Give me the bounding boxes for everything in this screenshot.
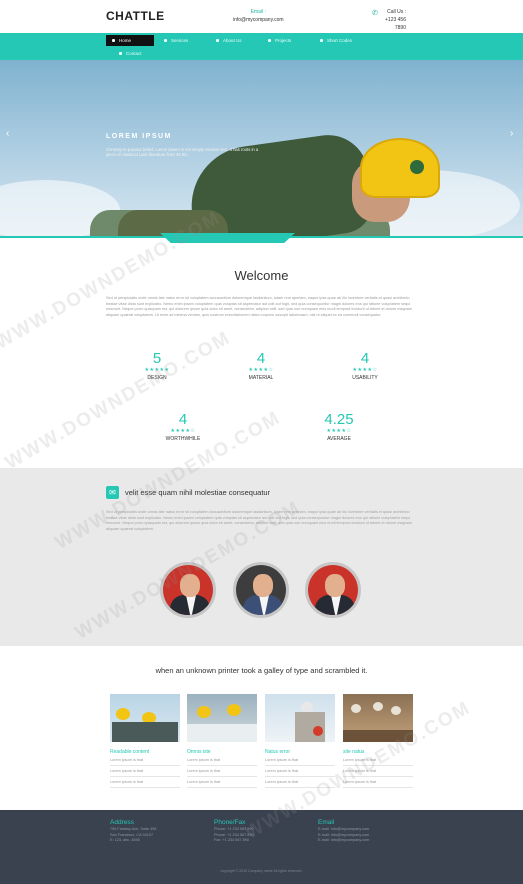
star-rating-icon: ★★★★☆ [248, 367, 274, 373]
stat-value: 4 [360, 350, 370, 367]
logo[interactable]: CHATTLE [106, 9, 165, 23]
gallery-title: when an unknown printer took a galley of… [155, 666, 368, 675]
avatar-face [325, 574, 345, 597]
stat-usability: 4 ★★★★☆ USABILITY [330, 351, 400, 382]
footer-line: 756 Fantasy Ave, Suite 408 [110, 827, 157, 831]
card-row: Lorem ipsum is that [265, 755, 335, 766]
home-icon [112, 39, 115, 42]
gallery-image[interactable] [187, 694, 257, 742]
footer-heading: Address [110, 819, 134, 826]
stat-label: MATERIAL [248, 375, 274, 381]
email-value[interactable]: info@mycompany.com [233, 16, 284, 24]
nav-label: Services [171, 38, 189, 43]
page: CHATTLE Email : info@mycompany.com ✆ Cal… [0, 0, 523, 884]
stat-average: 4.25 ★★★★☆ AVERAGE [304, 412, 374, 443]
stat-label: AVERAGE [327, 436, 351, 442]
nav-label: About Us [223, 38, 242, 43]
nav-label: Short Codes [327, 38, 353, 43]
slider-next-arrow-icon[interactable]: › [510, 128, 513, 139]
card-row: Lorem ipsum is that [187, 755, 257, 766]
star-rating-icon: ★★★★☆ [352, 367, 378, 373]
nav-label: Home [119, 38, 132, 43]
contact-icon [119, 52, 122, 55]
nav-item-about[interactable]: About Us [210, 35, 258, 46]
short-codes-icon [320, 39, 323, 42]
footer-address: Address 756 Fantasy Ave, Suite 408 San F… [110, 818, 156, 844]
card-row: Lorem ipsum is that [110, 777, 180, 788]
email-box: Email : info@mycompany.com [233, 8, 284, 24]
footer-line[interactable]: E-mail: info@mycompany.com [318, 827, 369, 833]
avatar-face [253, 574, 273, 597]
gallery-image[interactable] [110, 694, 180, 742]
nav-label: Projects [275, 38, 292, 43]
stat-value: 4 [178, 411, 188, 428]
nav-label: Contact [126, 51, 142, 56]
footer-line: E: 123, abc, 4556 [110, 838, 140, 842]
footer-email: Email E-mail: info@mycompany.com E-mail:… [318, 818, 369, 844]
nav-item-home[interactable]: Home [106, 35, 154, 46]
nav-item-projects[interactable]: Projects [262, 35, 310, 46]
nav-item-services[interactable]: Services [158, 35, 206, 46]
stat-worthwhile: 4 ★★★★☆ WORTHWHILE [148, 412, 218, 443]
hero-title: LOREM IPSUM [106, 133, 172, 140]
gallery-image[interactable] [265, 694, 335, 742]
hero-helmet [360, 138, 440, 198]
gallery-card[interactable]: Natus error Lorem ipsum is that Lorem ip… [265, 694, 335, 788]
avatar[interactable] [233, 562, 289, 618]
gallery-card[interactable]: Readable content Lorem ipsum is that Lor… [110, 694, 180, 788]
card-row: Lorem ipsum is that [110, 755, 180, 766]
stat-value: 4 [256, 350, 266, 367]
footer-line[interactable]: E-mail: info@mycompany.com [318, 838, 369, 844]
card-row: Lorem ipsum is that [187, 777, 257, 788]
slider-prev-arrow-icon[interactable]: ‹ [6, 128, 9, 139]
star-rating-icon: ★★★★☆ [326, 428, 352, 434]
call-label: Call Us : [387, 9, 406, 15]
stat-value: 4.25 [324, 411, 354, 428]
call-value: +123 456 7890 [385, 17, 406, 31]
gallery-card[interactable]: Omnis iste Lorem ipsum is that Lorem ips… [187, 694, 257, 788]
footer-heading: Email [318, 819, 335, 826]
nav-item-contact[interactable]: Contact [113, 48, 161, 59]
card-row: Lorem ipsum is that [187, 766, 257, 777]
card-row: Lorem ipsum is that [110, 766, 180, 777]
stat-label: WORTHWHILE [165, 436, 201, 442]
welcome-text: Sed ut perspiciatis unde omnis iste natu… [106, 296, 413, 317]
call-box: Call Us : +123 456 7890 [376, 8, 406, 32]
services-icon [164, 39, 167, 42]
projects-icon [268, 39, 271, 42]
helmet-logo [410, 160, 424, 174]
about-icon [216, 39, 219, 42]
email-label: Email : [250, 9, 266, 15]
avatar[interactable] [305, 562, 361, 618]
card-row: Lorem ipsum is that [265, 766, 335, 777]
header: CHATTLE Email : info@mycompany.com ✆ Cal… [0, 0, 523, 33]
footer-line: Fax: +1 234 567 890 [214, 838, 249, 842]
welcome-title: Welcome [234, 268, 289, 283]
star-rating-icon: ★★★★☆ [170, 428, 196, 434]
stat-label: USABILITY [352, 375, 378, 381]
copyright: copyright © 2015 Company name All rights… [220, 869, 303, 873]
stat-material: 4 ★★★★☆ MATERIAL [226, 351, 296, 382]
nav-item-short-codes[interactable]: Short Codes [314, 35, 366, 46]
hero-text: Contrary to popular belief, Lorem Ipsum … [106, 147, 259, 157]
main-nav: Home Services About Us Projects Short Co… [0, 33, 523, 60]
